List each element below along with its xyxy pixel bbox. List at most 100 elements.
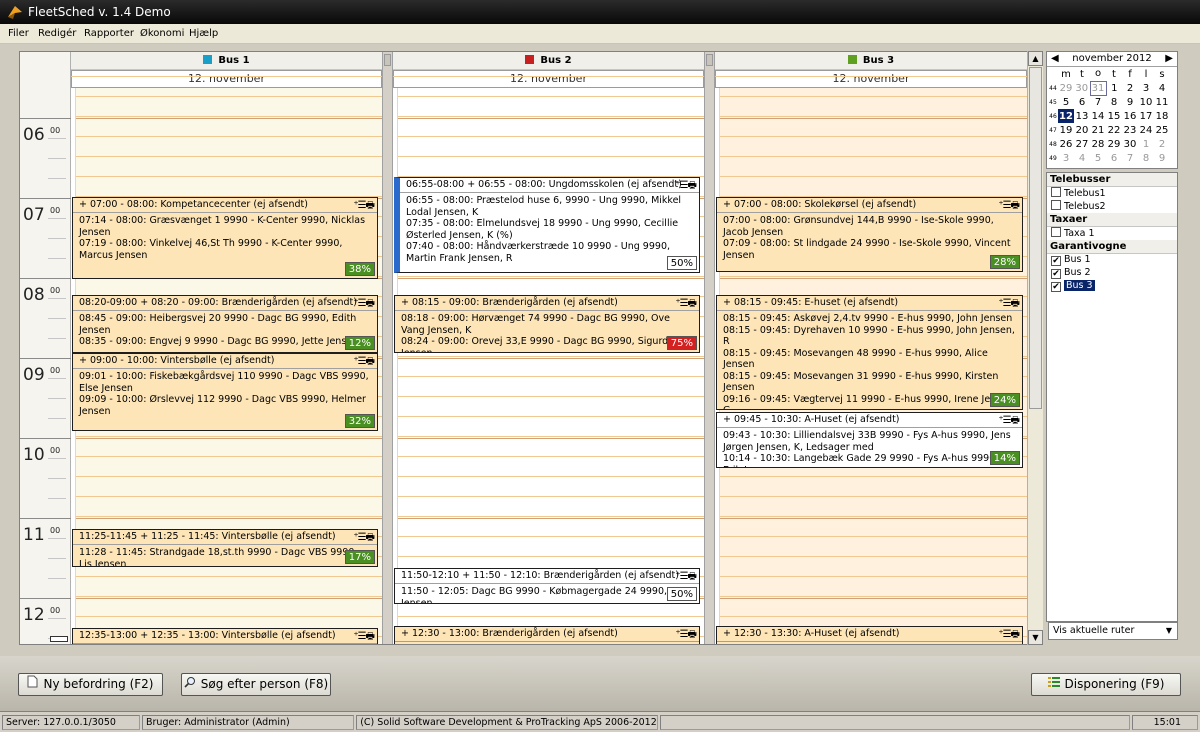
day-cell[interactable]: 19 xyxy=(1058,123,1074,137)
day-cell[interactable]: 25 xyxy=(1154,123,1170,137)
resource-item[interactable]: Telebus1 xyxy=(1047,187,1177,200)
day-cell[interactable]: 7 xyxy=(1122,151,1138,165)
bus2-timeline[interactable] xyxy=(393,76,704,644)
route-actions-icon[interactable]: ⁺☰🖶 xyxy=(998,628,1020,642)
resource-checkbox[interactable]: ✔ xyxy=(1051,282,1061,292)
route-event[interactable]: + 08:15 - 09:00: Brænderigården (ej afse… xyxy=(394,295,700,353)
route-event[interactable]: + 07:00 - 08:00: Kompetancecenter (ej af… xyxy=(72,197,378,279)
resource-item[interactable]: Taxa 1 xyxy=(1047,227,1177,240)
day-cell[interactable]: 10 xyxy=(1138,95,1154,109)
bus3-column[interactable]: Bus 3 12. november + 07:00 - 08:00: Skol… xyxy=(715,52,1027,644)
route-actions-icon[interactable]: ⁺☰🖶 xyxy=(353,531,375,545)
route-actions-icon[interactable]: ⁺☰🖶 xyxy=(675,628,697,642)
day-cell[interactable]: 18 xyxy=(1154,109,1170,123)
day-cell[interactable]: 31 xyxy=(1089,80,1107,96)
day-cell[interactable]: 6 xyxy=(1106,151,1122,165)
day-cell[interactable]: 20 xyxy=(1074,123,1090,137)
day-cell[interactable]: 9 xyxy=(1154,151,1170,165)
day-cell[interactable]: 15 xyxy=(1106,109,1122,123)
day-cell[interactable]: 24 xyxy=(1138,123,1154,137)
route-event[interactable]: + 09:00 - 10:00: Vintersbølle (ej afsend… xyxy=(72,353,378,431)
route-event[interactable]: 08:20-09:00 + 08:20 - 09:00: Brænderigår… xyxy=(72,295,378,353)
day-cell[interactable]: 8 xyxy=(1138,151,1154,165)
dropdown-arrow-icon[interactable]: ▼ xyxy=(1162,624,1176,638)
day-cell[interactable]: 29 xyxy=(1058,81,1074,95)
day-cell[interactable]: 26 xyxy=(1058,137,1074,151)
route-event[interactable]: + 09:45 - 10:30: A-Huset (ej afsendt) ⁺☰🖶… xyxy=(716,412,1023,468)
new-transport-button[interactable]: Ny befordring (F2) xyxy=(18,673,163,696)
day-cell[interactable]: 7 xyxy=(1090,95,1106,109)
day-cell[interactable]: 28 xyxy=(1090,137,1106,151)
route-actions-icon[interactable]: ⁺☰🖶 xyxy=(998,414,1020,428)
resource-item[interactable]: ✔ Bus 1 xyxy=(1047,254,1177,267)
day-cell[interactable]: 23 xyxy=(1122,123,1138,137)
day-cell[interactable]: 1 xyxy=(1106,81,1122,95)
next-month-icon[interactable]: ▶ xyxy=(1165,52,1173,66)
day-cell[interactable]: 17 xyxy=(1138,109,1154,123)
route-event[interactable]: 06:55-08:00 + 06:55 - 08:00: Ungdomsskol… xyxy=(394,177,700,273)
route-event[interactable]: + 12:30 - 13:30: A-Huset (ej afsendt) ⁺☰🖶 xyxy=(716,626,1023,644)
resource-checkbox[interactable] xyxy=(1051,200,1061,210)
route-actions-icon[interactable]: ⁺☰🖶 xyxy=(998,199,1020,213)
route-event[interactable]: + 08:15 - 09:45: E-huset (ej afsendt) ⁺☰🖶… xyxy=(716,295,1023,410)
day-cell[interactable]: 4 xyxy=(1154,81,1170,95)
day-cell[interactable]: 5 xyxy=(1090,151,1106,165)
route-event[interactable]: 11:50-12:10 + 11:50 - 12:10: Brænderigår… xyxy=(394,568,700,604)
menu-hjaelp[interactable]: Hjælp xyxy=(189,28,218,39)
column-splitter[interactable] xyxy=(382,52,393,644)
menu-rediger[interactable]: Redigér xyxy=(38,28,76,39)
day-cell[interactable]: 30 xyxy=(1074,81,1090,95)
resource-item[interactable]: ✔ Bus 3 xyxy=(1047,280,1177,293)
day-cell[interactable]: 16 xyxy=(1122,109,1138,123)
day-cell[interactable]: 6 xyxy=(1074,95,1090,109)
route-event[interactable]: 12:35-13:00 + 12:35 - 13:00: Vintersbøll… xyxy=(72,628,378,644)
day-cell[interactable]: 13 xyxy=(1074,109,1090,123)
bus1-column[interactable]: Bus 1 12. november + 07:00 - 08:00: Komp… xyxy=(71,52,382,644)
resource-item[interactable]: ✔ Bus 2 xyxy=(1047,267,1177,280)
resource-checkbox[interactable] xyxy=(1051,187,1061,197)
day-cell[interactable]: 1 xyxy=(1138,137,1154,151)
resource-checkbox[interactable] xyxy=(1051,227,1061,237)
menu-filer[interactable]: Filer xyxy=(8,28,29,39)
calendar-scrollbar[interactable]: ▲ ▼ xyxy=(1027,51,1043,645)
day-cell[interactable]: 29 xyxy=(1106,137,1122,151)
day-cell[interactable]: 8 xyxy=(1106,95,1122,109)
day-cell[interactable]: 2 xyxy=(1122,81,1138,95)
route-actions-icon[interactable]: ⁺☰🖶 xyxy=(675,297,697,311)
route-actions-icon[interactable]: ⁺☰🖶 xyxy=(998,297,1020,311)
route-actions-icon[interactable]: ⁺☰🖶 xyxy=(353,199,375,213)
route-event[interactable]: 11:25-11:45 + 11:25 - 11:45: Vintersbøll… xyxy=(72,529,378,567)
resource-checkbox[interactable]: ✔ xyxy=(1051,269,1061,279)
route-event[interactable]: + 07:00 - 08:00: Skolekørsel (ej afsendt… xyxy=(716,197,1023,272)
search-person-button[interactable]: Søg efter person (F8) xyxy=(181,673,331,696)
day-cell[interactable]: 3 xyxy=(1058,151,1074,165)
resource-item[interactable]: Telebus2 xyxy=(1047,200,1177,213)
dispatch-button[interactable]: Disponering (F9) xyxy=(1031,673,1181,696)
scroll-down-arrow-icon[interactable]: ▼ xyxy=(1028,630,1043,645)
scroll-thumb[interactable] xyxy=(1029,67,1042,409)
route-event[interactable]: + 12:30 - 13:00: Brænderigården (ej afse… xyxy=(394,626,700,644)
day-cell[interactable]: 5 xyxy=(1058,95,1074,109)
route-actions-icon[interactable]: ⁺☰🖶 xyxy=(353,630,375,644)
day-cell[interactable]: 11 xyxy=(1154,95,1170,109)
route-actions-icon[interactable]: ⁺☰🖶 xyxy=(353,297,375,311)
route-actions-icon[interactable]: ⁺☰🖶 xyxy=(675,570,697,584)
column-splitter[interactable] xyxy=(704,52,715,644)
day-cell[interactable]: 30 xyxy=(1122,137,1138,151)
bus2-column[interactable]: Bus 2 12. november 06:55-08:00 + 06:55 -… xyxy=(393,52,704,644)
menu-rapporter[interactable]: Rapporter xyxy=(84,28,134,39)
prev-month-icon[interactable]: ◀ xyxy=(1051,52,1059,66)
day-cell[interactable]: 14 xyxy=(1090,109,1106,123)
menu-okonomi[interactable]: Økonomi xyxy=(140,28,184,39)
resource-checkbox[interactable]: ✔ xyxy=(1051,256,1061,266)
day-cell[interactable]: 9 xyxy=(1122,95,1138,109)
day-cell[interactable]: 27 xyxy=(1074,137,1090,151)
day-cell[interactable]: 3 xyxy=(1138,81,1154,95)
scroll-up-arrow-icon[interactable]: ▲ xyxy=(1028,51,1043,66)
day-cell[interactable]: 21 xyxy=(1090,123,1106,137)
day-cell[interactable]: 12 xyxy=(1058,109,1074,123)
day-cell[interactable]: 22 xyxy=(1106,123,1122,137)
route-actions-icon[interactable]: ⁺☰🖶 xyxy=(675,179,697,193)
route-filter-select[interactable]: Vis aktuelle ruter ▼ xyxy=(1048,622,1178,640)
route-actions-icon[interactable]: ⁺☰🖶 xyxy=(353,355,375,369)
